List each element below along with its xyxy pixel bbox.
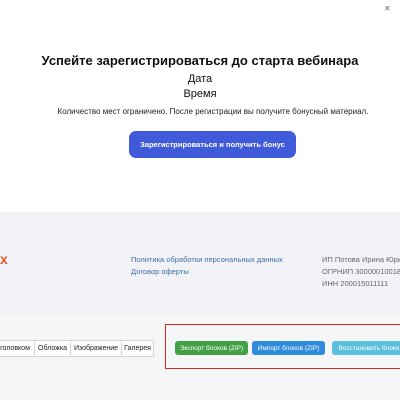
company-ogrnip: ОГРНИП 30000010018 bbox=[322, 267, 400, 276]
webinar-section: ✕ Успейте зарегистрироваться до старта в… bbox=[0, 0, 400, 212]
logo: x bbox=[0, 251, 8, 267]
webinar-note: Количество мест ограничено. После регист… bbox=[57, 107, 369, 116]
tab-image[interactable]: Изображение bbox=[70, 340, 122, 357]
webinar-title: Успейте зарегистрироваться до старта веб… bbox=[41, 53, 359, 68]
restore-blocks-button[interactable]: Восстановить блоки bbox=[332, 341, 400, 355]
block-type-tabs: головком Обложка Изображение Галерея bbox=[0, 340, 154, 357]
footer: x Политика обработки персональных данных… bbox=[0, 212, 400, 314]
company-inn: ИНН 200015011111 bbox=[322, 279, 389, 288]
tab-heading[interactable]: головком bbox=[0, 340, 35, 357]
editor-toolbar: головком Обложка Изображение Галерея Экс… bbox=[0, 314, 400, 400]
export-blocks-button[interactable]: Экспорт блоков (ZIP) bbox=[175, 341, 248, 355]
company-name: ИП Потова Ирина Юрь bbox=[322, 255, 400, 264]
tab-gallery[interactable]: Галерея bbox=[121, 340, 154, 357]
import-blocks-button[interactable]: Импорт блоков (ZIP) bbox=[252, 341, 325, 355]
webinar-time: Время bbox=[183, 88, 217, 100]
privacy-policy-link[interactable]: Политика обработки персональных данных bbox=[131, 255, 283, 264]
webinar-date: Дата bbox=[187, 73, 213, 85]
offer-agreement-link[interactable]: Договор оферты bbox=[131, 267, 189, 276]
close-icon[interactable]: ✕ bbox=[384, 4, 391, 13]
register-button[interactable]: Зарегистрироваться и получить бонус bbox=[129, 131, 296, 158]
tab-cover[interactable]: Обложка bbox=[34, 340, 71, 357]
